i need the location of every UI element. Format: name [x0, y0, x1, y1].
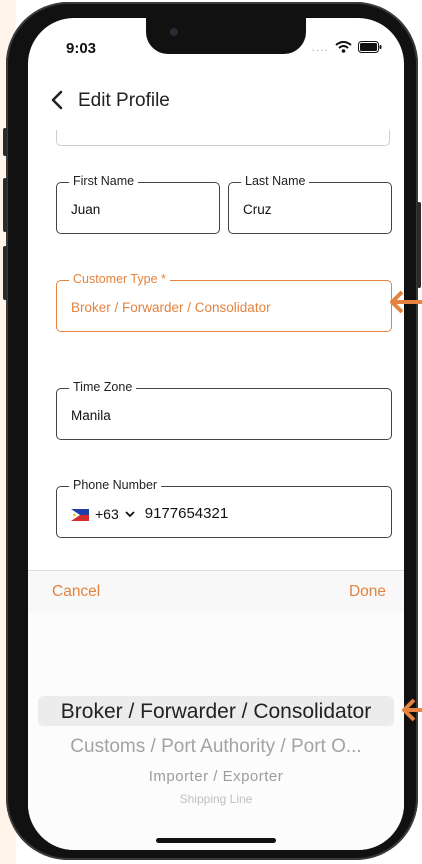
last-name-field[interactable]: Last Name Cruz: [228, 174, 392, 234]
screen: 9:03 .... Edit Profile First Name Juan L…: [28, 18, 404, 850]
page-title: Edit Profile: [78, 90, 170, 111]
picker-option-selected[interactable]: Broker / Forwarder / Consolidator: [28, 700, 404, 724]
phone-row: +63 9177654321: [71, 505, 228, 522]
philippines-flag-icon[interactable]: [71, 508, 89, 521]
first-name-label: First Name: [69, 174, 139, 188]
picker-toolbar: Cancel Done: [28, 570, 404, 612]
power-button: [417, 202, 421, 288]
back-chevron-icon[interactable]: [50, 90, 64, 110]
annotation-arrow-icon: [390, 290, 422, 314]
battery-icon: [358, 41, 382, 53]
phone-number-label: Phone Number: [69, 478, 162, 492]
header: Edit Profile: [28, 80, 404, 124]
volume-down-button: [3, 246, 7, 300]
customer-type-field[interactable]: Customer Type * Broker / Forwarder / Con…: [56, 272, 392, 332]
wifi-icon: [335, 41, 352, 53]
status-time: 9:03: [66, 40, 97, 57]
customer-type-value: Broker / Forwarder / Consolidator: [71, 300, 271, 315]
first-name-value: Juan: [71, 202, 101, 217]
camera: [170, 28, 178, 36]
volume-up-button: [3, 178, 7, 232]
phone-frame: 9:03 .... Edit Profile First Name Juan L…: [3, 2, 421, 860]
picker-option[interactable]: Shipping Line: [28, 792, 404, 806]
time-zone-label: Time Zone: [69, 380, 137, 394]
country-code[interactable]: +63: [95, 506, 119, 522]
last-name-value: Cruz: [243, 202, 272, 217]
status-icons: ....: [312, 40, 382, 54]
home-indicator: [156, 838, 276, 843]
customer-type-picker[interactable]: Broker / Forwarder / Consolidator Custom…: [28, 612, 404, 850]
previous-field-edge: [56, 130, 390, 146]
notch: [146, 18, 306, 54]
mute-switch: [3, 128, 7, 156]
signal-dots: ....: [311, 40, 329, 54]
picker-option[interactable]: Importer / Exporter: [28, 768, 404, 785]
phone-number-value[interactable]: 9177654321: [145, 505, 228, 522]
customer-type-label: Customer Type *: [69, 272, 170, 286]
phone-number-field[interactable]: Phone Number +63 9177654321: [56, 478, 392, 538]
picker-option[interactable]: Customs / Port Authority / Port O...: [28, 736, 404, 758]
chevron-down-icon[interactable]: [125, 510, 135, 518]
annotation-arrow-icon: [402, 698, 422, 722]
done-button[interactable]: Done: [349, 583, 386, 601]
time-zone-field[interactable]: Time Zone Manila: [56, 380, 392, 440]
last-name-label: Last Name: [241, 174, 310, 188]
cancel-button[interactable]: Cancel: [52, 583, 100, 601]
first-name-field[interactable]: First Name Juan: [56, 174, 220, 234]
time-zone-value: Manila: [71, 408, 111, 423]
